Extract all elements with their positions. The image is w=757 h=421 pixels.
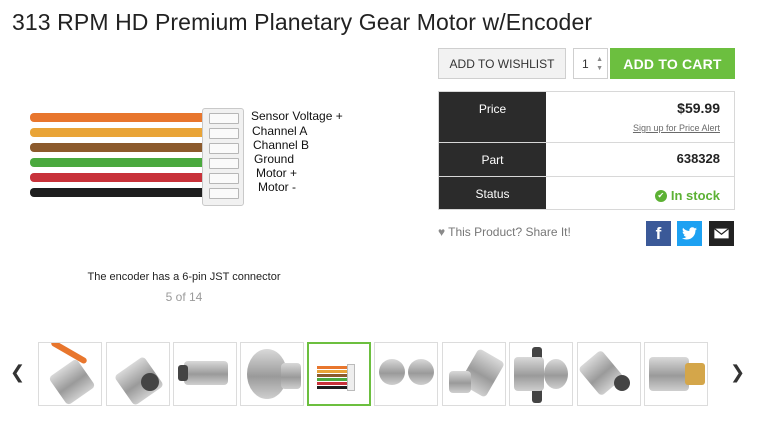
price-alert-link[interactable]: Sign up for Price Alert [546,123,720,133]
wire-label: Ground [254,152,295,166]
price-row: Price $59.99 Sign up for Price Alert [439,92,734,142]
part-label: Part [439,143,546,176]
stock-status-text: In stock [670,188,720,203]
chevron-right-icon[interactable]: ❯ [730,362,745,383]
add-to-wishlist-button[interactable]: ADD TO WISHLIST [438,48,566,79]
product-info-table: Price $59.99 Sign up for Price Alert Par… [438,91,735,210]
stepper-arrows-icon[interactable]: ▲ ▼ [596,55,603,73]
thumbnail[interactable] [577,342,641,406]
heart-icon: ♥ [438,225,446,239]
part-number: 638328 [676,151,720,166]
add-to-cart-button[interactable]: ADD TO CART [610,48,735,79]
email-icon[interactable] [709,221,734,246]
quantity-stepper[interactable]: 1 ▲ ▼ [573,48,608,79]
price-value: $59.99 [677,100,720,116]
status-label: Status [439,177,546,209]
status-row: Status ✔ In stock [439,176,734,209]
quantity-value: 1 [582,56,589,71]
thumbnail[interactable] [374,342,438,406]
thumbnail-active[interactable] [307,342,371,406]
wire-label: Channel A [252,124,308,138]
image-counter: 5 of 14 [165,290,203,304]
thumbnail[interactable] [509,342,573,406]
stock-status: ✔ In stock [654,188,720,203]
jst-connector [202,108,244,206]
thumbnail[interactable] [442,342,506,406]
product-title: 313 RPM HD Premium Planetary Gear Motor … [12,9,593,35]
part-row: Part 638328 [439,142,734,176]
thumbnail[interactable] [240,342,304,406]
share-text: This Product? Share It! [448,225,571,239]
thumbnail[interactable] [38,342,102,406]
chevron-left-icon[interactable]: ❮ [10,362,25,383]
product-main-image: Sensor Voltage + Channel A Channel B Gro… [22,96,362,218]
facebook-icon[interactable]: f [646,221,671,246]
wire-label: Sensor Voltage + [251,109,343,123]
thumbnail[interactable] [644,342,708,406]
wire-label: Motor - [258,180,297,194]
thumbnail[interactable] [173,342,237,406]
thumbnail[interactable] [106,342,170,406]
image-caption: The encoder has a 6-pin JST connector [87,271,281,283]
wire-label: Motor + [256,166,298,180]
wire-label: Channel B [253,138,310,152]
share-prompt: ♥ This Product? Share It! [438,225,571,239]
price-label: Price [439,92,546,142]
twitter-icon[interactable] [677,221,702,246]
check-circle-icon: ✔ [654,189,667,202]
